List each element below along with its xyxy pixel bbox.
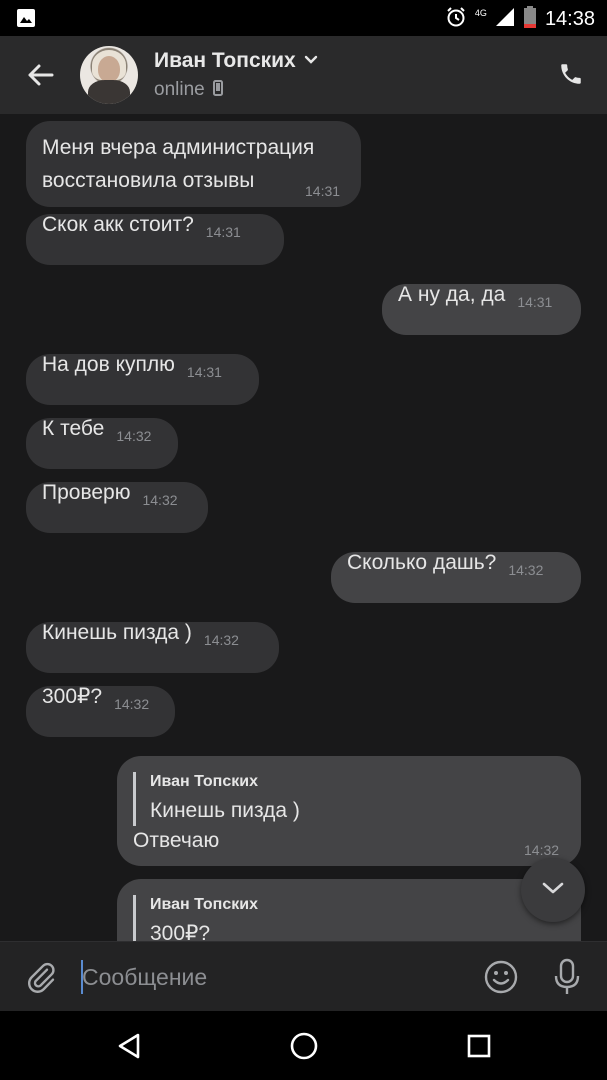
- alarm-icon: [445, 6, 467, 33]
- message-time: 14:32: [508, 562, 544, 578]
- message-text: Отвечаю: [133, 829, 220, 852]
- scroll-to-bottom-button[interactable]: [521, 858, 585, 922]
- quote-author: Иван Топских: [150, 896, 258, 913]
- message-text: Меня вчера администрация восстановила от…: [42, 136, 315, 192]
- back-triangle-icon[interactable]: [111, 1028, 147, 1064]
- avatar[interactable]: [80, 46, 138, 104]
- message-time: 14:32: [524, 842, 560, 858]
- message-text: 300₽?: [42, 685, 103, 708]
- contact-name[interactable]: Иван Топских: [154, 49, 296, 73]
- message-time: 14:32: [114, 696, 150, 712]
- message-bubble[interactable]: Кинешь пизда ) 14:32: [26, 622, 279, 673]
- chevron-down-icon: [541, 881, 565, 900]
- message-time: 14:31: [205, 224, 241, 240]
- message-time: 14:31: [305, 183, 341, 199]
- message-text: Сколько дашь?: [347, 551, 497, 574]
- clock: 14:38: [544, 8, 595, 30]
- message-bubble[interactable]: А ну да, да 14:31: [382, 284, 581, 335]
- quoted-message[interactable]: Иван Топских Кинешь пизда ): [133, 772, 300, 826]
- home-circle-icon[interactable]: [286, 1028, 322, 1064]
- microphone-icon[interactable]: [548, 956, 586, 998]
- message-time: 14:31: [517, 294, 553, 310]
- message-bubble[interactable]: К тебе 14:32: [26, 418, 178, 469]
- network-type: 4G: [474, 7, 487, 18]
- message-bubble[interactable]: 300₽? 14:32: [26, 686, 175, 737]
- presence-status: online: [154, 79, 223, 101]
- quote-text: 300₽?: [150, 922, 211, 941]
- message-text: Скок акк стоит?: [42, 213, 194, 236]
- message-bubble[interactable]: Меня вчера администрация восстановила от…: [26, 121, 361, 207]
- message-bubble[interactable]: На дов куплю 14:31: [26, 354, 259, 405]
- text-caret: [81, 960, 83, 994]
- message-text: Кинешь пизда ): [42, 621, 192, 644]
- message-text: А ну да, да: [398, 283, 506, 306]
- message-bubble[interactable]: Сколько дашь? 14:32: [331, 552, 581, 603]
- paperclip-icon[interactable]: [22, 958, 60, 996]
- quote-text: Кинешь пизда ): [150, 799, 300, 822]
- quoted-message[interactable]: Иван Топских 300₽?: [133, 895, 258, 941]
- message-time: 14:32: [203, 632, 239, 648]
- image-icon: [16, 8, 36, 33]
- phone-icon[interactable]: [555, 58, 587, 90]
- chat-header: Иван Топских online: [0, 36, 607, 114]
- message-text: На дов куплю: [42, 353, 175, 376]
- recents-square-icon[interactable]: [461, 1028, 497, 1064]
- message-time: 14:32: [116, 428, 152, 444]
- signal-icon: [495, 7, 515, 32]
- status-bar: 4G 14:38: [0, 0, 607, 36]
- message-input[interactable]: [82, 959, 462, 995]
- message-list[interactable]: Меня вчера администрация восстановила от…: [0, 114, 607, 941]
- reply-message-bubble[interactable]: Иван Топских 300₽?: [117, 879, 581, 941]
- emoji-icon[interactable]: [482, 958, 520, 996]
- battery-icon: [523, 6, 537, 33]
- back-arrow-icon[interactable]: [22, 58, 58, 92]
- message-text: Проверю: [42, 481, 131, 504]
- message-bubble[interactable]: Проверю 14:32: [26, 482, 208, 533]
- message-time: 14:32: [142, 492, 178, 508]
- message-bubble[interactable]: Скок акк стоит? 14:31: [26, 214, 284, 265]
- contact-name-row[interactable]: Иван Топских: [154, 49, 318, 73]
- quote-author: Иван Топских: [150, 773, 258, 790]
- chevron-down-icon[interactable]: [304, 52, 318, 70]
- message-time: 14:31: [186, 364, 222, 380]
- presence-text: online: [154, 79, 205, 100]
- message-text: К тебе: [42, 417, 105, 440]
- system-nav-bar: [0, 1011, 607, 1080]
- message-composer: [0, 941, 607, 1011]
- mobile-icon: [212, 79, 223, 101]
- reply-message-bubble[interactable]: Иван Топских Кинешь пизда ) Отвечаю 14:3…: [117, 756, 581, 866]
